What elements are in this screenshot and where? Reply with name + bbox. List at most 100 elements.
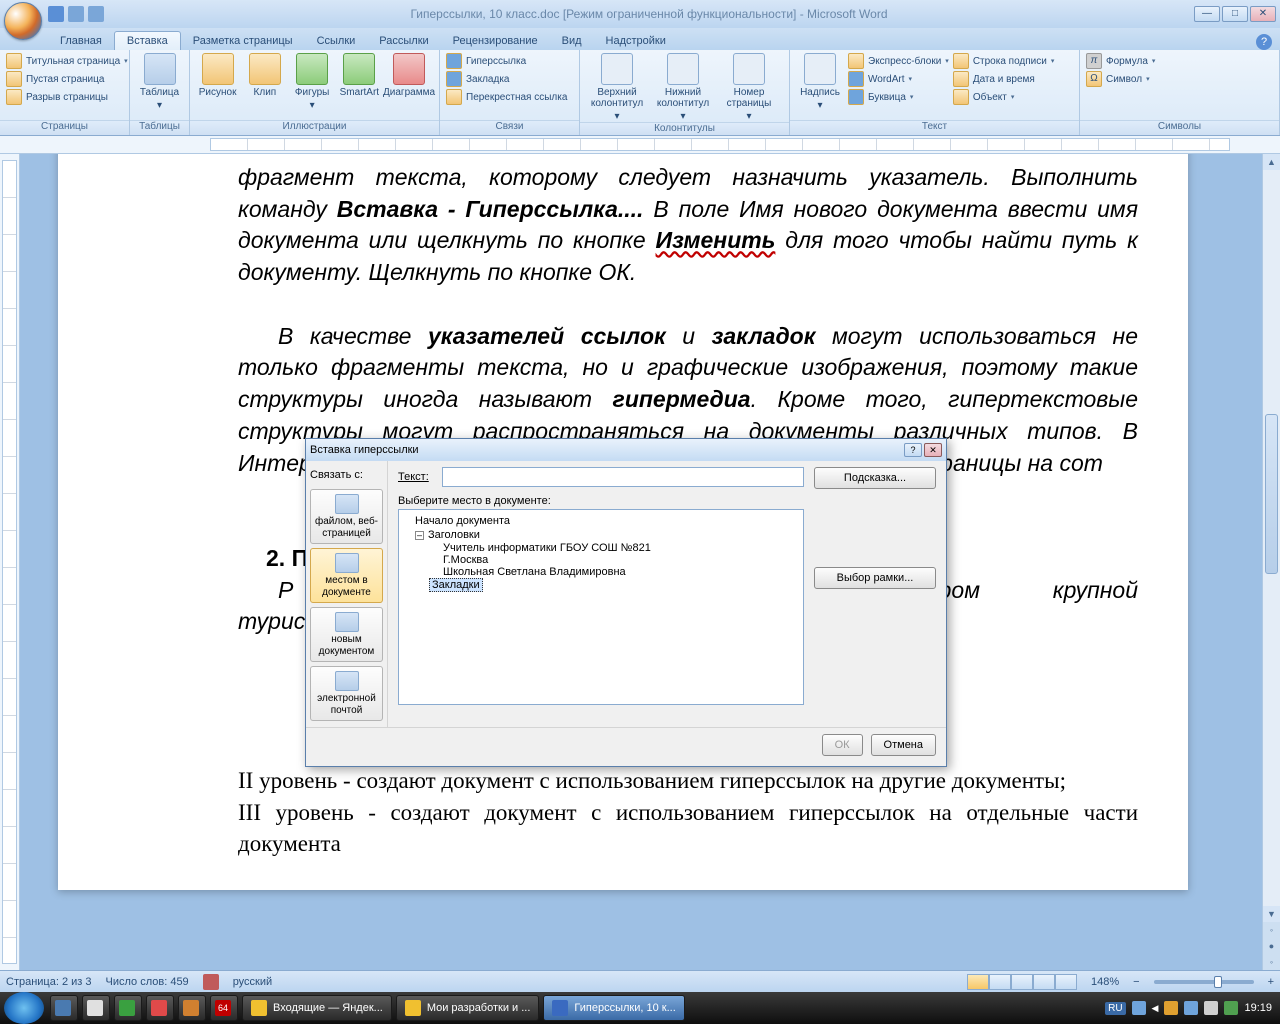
- pinned-app[interactable]: [178, 995, 206, 1021]
- tab-references[interactable]: Ссылки: [305, 32, 368, 50]
- vertical-ruler[interactable]: [0, 154, 20, 970]
- status-lang[interactable]: русский: [233, 976, 272, 988]
- network-icon[interactable]: [1184, 1001, 1198, 1015]
- dialog-close-button[interactable]: ✕: [924, 443, 942, 457]
- office-button[interactable]: [4, 2, 42, 40]
- cross-reference-button[interactable]: Перекрестная ссылка: [446, 89, 567, 105]
- language-indicator[interactable]: RU: [1105, 1002, 1125, 1015]
- hyperlink-button[interactable]: Гиперссылка: [446, 53, 567, 69]
- draft-view[interactable]: [1055, 974, 1077, 990]
- zoom-slider[interactable]: [1154, 980, 1254, 984]
- datetime-button[interactable]: Дата и время: [953, 71, 1055, 87]
- print-layout-view[interactable]: [967, 974, 989, 990]
- tree-item[interactable]: Учитель информатики ГБОУ СОШ №821: [405, 542, 797, 554]
- tray-expand-icon[interactable]: ◀: [1152, 1003, 1159, 1014]
- page-break-button[interactable]: Разрыв страницы: [6, 89, 128, 105]
- taskbar-item[interactable]: Входящие — Яндек...: [242, 995, 392, 1021]
- next-page-icon[interactable]: ◦: [1263, 954, 1280, 970]
- tray-icon[interactable]: [1132, 1001, 1146, 1015]
- tree-top[interactable]: Начало документа: [405, 514, 797, 528]
- blank-page-button[interactable]: Пустая страница: [6, 71, 128, 87]
- screentip-button[interactable]: Подсказка...: [814, 467, 936, 489]
- display-text-input[interactable]: [442, 467, 804, 487]
- object-button[interactable]: Объект▾: [953, 89, 1055, 105]
- prev-page-icon[interactable]: ◦: [1263, 922, 1280, 938]
- vertical-scrollbar[interactable]: ▲ ▼ ◦ ● ◦: [1262, 154, 1280, 970]
- fullscreen-view[interactable]: [989, 974, 1011, 990]
- volume-icon[interactable]: [1204, 1001, 1218, 1015]
- tree-headings[interactable]: –Заголовки: [405, 528, 797, 542]
- help-icon[interactable]: ?: [1256, 34, 1272, 50]
- minimize-button[interactable]: —: [1194, 6, 1220, 22]
- link-to-place-button[interactable]: местом в документе: [310, 548, 383, 603]
- pinned-app[interactable]: [82, 995, 110, 1021]
- symbol-button[interactable]: ΩСимвол▾: [1086, 71, 1155, 87]
- start-button[interactable]: [4, 992, 44, 1024]
- outline-view[interactable]: [1033, 974, 1055, 990]
- redo-icon[interactable]: [88, 6, 104, 22]
- header-button[interactable]: Верхний колонтитул▾: [586, 53, 648, 122]
- tree-bookmarks[interactable]: Закладки: [405, 578, 797, 592]
- dropcap-button[interactable]: Буквица▾: [848, 89, 949, 105]
- place-tree[interactable]: Начало документа –Заголовки Учитель инфо…: [398, 509, 804, 705]
- scroll-up-icon[interactable]: ▲: [1263, 154, 1280, 170]
- picture-button[interactable]: Рисунок: [196, 53, 239, 98]
- dialog-help-button[interactable]: ?: [904, 443, 922, 457]
- taskbar-item[interactable]: Гиперссылки, 10 к...: [543, 995, 684, 1021]
- scroll-thumb[interactable]: [1265, 414, 1278, 574]
- tab-review[interactable]: Рецензирование: [441, 32, 550, 50]
- ok-button[interactable]: ОК: [822, 734, 863, 756]
- quickparts-button[interactable]: Экспресс-блоки▾: [848, 53, 949, 69]
- bookmark-button[interactable]: Закладка: [446, 71, 567, 87]
- page-number-button[interactable]: Номер страницы▾: [718, 53, 780, 122]
- link-to-file-button[interactable]: файлом, веб-страницей: [310, 489, 383, 544]
- tab-home[interactable]: Главная: [48, 32, 114, 50]
- tray-icon[interactable]: [1164, 1001, 1178, 1015]
- tab-addins[interactable]: Надстройки: [594, 32, 678, 50]
- zoom-in-button[interactable]: +: [1268, 976, 1274, 988]
- cancel-button[interactable]: Отмена: [871, 734, 936, 756]
- pinned-app[interactable]: [114, 995, 142, 1021]
- textbox-button[interactable]: Надпись▾: [796, 53, 844, 111]
- zoom-thumb[interactable]: [1214, 976, 1222, 988]
- link-to-email-button[interactable]: электронной почтой: [310, 666, 383, 721]
- tab-mailings[interactable]: Рассылки: [367, 32, 440, 50]
- close-button[interactable]: ✕: [1250, 6, 1276, 22]
- smartart-button[interactable]: SmartArt: [338, 53, 381, 98]
- shapes-button[interactable]: Фигуры▾: [291, 53, 334, 111]
- save-icon[interactable]: [48, 6, 64, 22]
- tab-insert[interactable]: Вставка: [114, 31, 181, 50]
- scroll-down-icon[interactable]: ▼: [1263, 906, 1280, 922]
- signature-button[interactable]: Строка подписи▾: [953, 53, 1055, 69]
- spellcheck-icon[interactable]: [203, 974, 219, 990]
- cover-page-button[interactable]: Титульная страница▾: [6, 53, 128, 69]
- tree-item[interactable]: Школьная Светлана Владимировна: [405, 566, 797, 578]
- taskbar-item[interactable]: Мои разработки и ...: [396, 995, 540, 1021]
- tab-view[interactable]: Вид: [550, 32, 594, 50]
- equation-button[interactable]: πФормула▾: [1086, 53, 1155, 69]
- wordart-button[interactable]: WordArt▾: [848, 71, 949, 87]
- tab-page-layout[interactable]: Разметка страницы: [181, 32, 305, 50]
- dialog-titlebar[interactable]: Вставка гиперссылки ? ✕: [306, 439, 946, 461]
- tray-icon[interactable]: [1224, 1001, 1238, 1015]
- clipart-button[interactable]: Клип: [243, 53, 286, 98]
- zoom-level[interactable]: 148%: [1091, 976, 1119, 988]
- tree-item[interactable]: Г.Москва: [405, 554, 797, 566]
- status-words[interactable]: Число слов: 459: [106, 976, 189, 988]
- pinned-app[interactable]: [50, 995, 78, 1021]
- chart-button[interactable]: Диаграмма: [385, 53, 433, 98]
- status-page[interactable]: Страница: 2 из 3: [6, 976, 92, 988]
- undo-icon[interactable]: [68, 6, 84, 22]
- browse-object-icon[interactable]: ●: [1263, 938, 1280, 954]
- clock[interactable]: 19:19: [1244, 1002, 1272, 1014]
- web-view[interactable]: [1011, 974, 1033, 990]
- target-frame-button[interactable]: Выбор рамки...: [814, 567, 936, 589]
- horizontal-ruler[interactable]: [0, 136, 1280, 154]
- link-to-newdoc-button[interactable]: новым документом: [310, 607, 383, 662]
- maximize-button[interactable]: □: [1222, 6, 1248, 22]
- pinned-app[interactable]: [146, 995, 174, 1021]
- zoom-out-button[interactable]: −: [1133, 976, 1139, 988]
- pinned-app[interactable]: 64: [210, 995, 238, 1021]
- table-button[interactable]: Таблица▾: [136, 53, 183, 111]
- footer-button[interactable]: Нижний колонтитул▾: [652, 53, 714, 122]
